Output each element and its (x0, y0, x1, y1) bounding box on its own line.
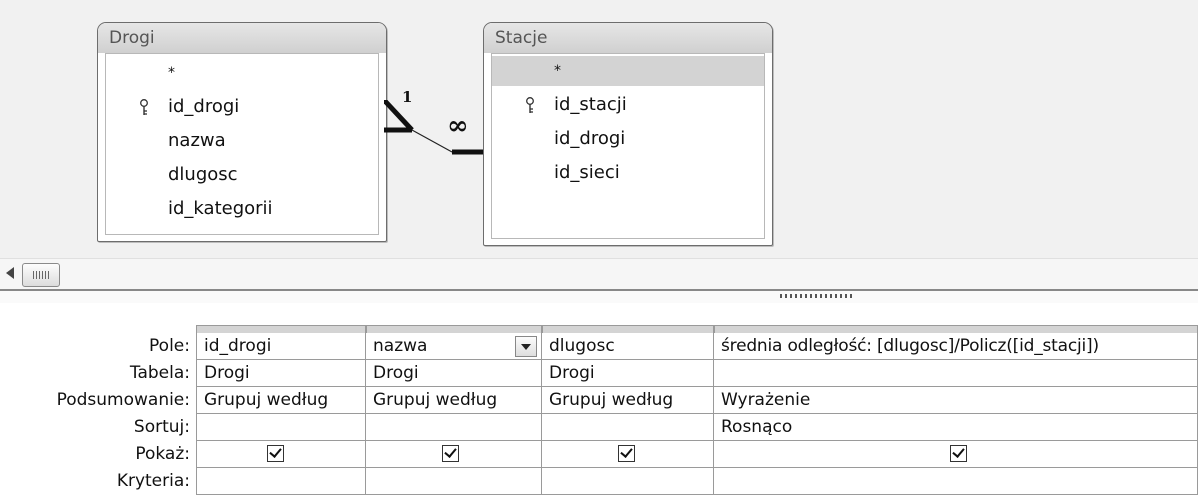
cell-show[interactable] (196, 441, 366, 468)
row-label-field: Pole: (149, 336, 190, 356)
cell-sort[interactable] (366, 414, 542, 441)
chevron-down-icon[interactable] (515, 336, 537, 357)
cell-table[interactable]: Drogi (196, 360, 366, 387)
table-stacje[interactable]: Stacje * id_stacji id_drogi id_sieci (483, 22, 773, 246)
cell-criteria[interactable] (366, 468, 542, 495)
cell-field[interactable]: średnia odległość: [dlugosc]/Policz([id_… (714, 333, 1198, 360)
table-stacje-title[interactable]: Stacje (484, 23, 772, 53)
cell-table[interactable] (714, 360, 1198, 387)
grip-icon (33, 271, 49, 279)
cell-criteria[interactable] (714, 468, 1198, 495)
table-drogi-title[interactable]: Drogi (98, 23, 386, 53)
key-icon (526, 97, 534, 113)
field-label: nazwa (168, 130, 226, 151)
row-label-show: Pokaż: (135, 444, 190, 464)
arrow-left-icon[interactable] (6, 267, 14, 279)
table-stacje-field-list[interactable]: * id_stacji id_drogi id_sieci (491, 53, 765, 239)
cell-show[interactable] (542, 441, 714, 468)
field-label: id_kategorii (168, 198, 273, 219)
key-icon (140, 99, 148, 115)
field-label: id_drogi (168, 96, 240, 117)
show-checkbox[interactable] (950, 445, 967, 462)
field-stacje-id_drogi[interactable]: id_drogi (492, 124, 764, 154)
scrollbar-thumb[interactable] (22, 263, 60, 287)
show-checkbox[interactable] (618, 445, 635, 462)
cell-table[interactable]: Drogi (366, 360, 542, 387)
cell-total[interactable]: Wyrażenie (714, 387, 1198, 414)
field-label: * (168, 65, 175, 81)
cell-criteria[interactable] (542, 468, 714, 495)
diagram-horizontal-scrollbar[interactable] (0, 258, 1198, 289)
cell-show[interactable] (366, 441, 542, 468)
cell-sort[interactable]: Rosnąco (714, 414, 1198, 441)
cell-sort[interactable] (542, 414, 714, 441)
table-drogi-field-list[interactable]: * id_drogi nazwa dlugosc id_kategorii (105, 53, 379, 235)
field-stacje-id_sieci[interactable]: id_sieci (492, 158, 764, 188)
cell-sort[interactable] (196, 414, 366, 441)
field-drogi-nazwa[interactable]: nazwa (106, 126, 378, 156)
field-label: id_drogi (554, 128, 626, 149)
relationship-many-label: ∞ (447, 111, 469, 141)
cell-criteria[interactable] (196, 468, 366, 495)
field-label: id_sieci (554, 162, 620, 183)
query-design-grid[interactable]: Pole: Tabela: Podsumowanie: Sortuj: Poka… (0, 303, 1198, 495)
cell-field-value: nazwa (373, 336, 428, 356)
relationship-line[interactable] (384, 100, 486, 160)
relationship-one-label: 1 (402, 88, 413, 106)
row-label-table: Tabela: (129, 363, 190, 383)
field-drogi-all[interactable]: * (106, 58, 378, 88)
cell-total[interactable]: Grupuj według (196, 387, 366, 414)
show-checkbox[interactable] (267, 445, 284, 462)
table-drogi[interactable]: Drogi * id_drogi nazwa dlugosc id_katego… (97, 22, 387, 242)
field-label: id_stacji (554, 94, 627, 115)
splitter-grip-icon (780, 294, 852, 298)
show-checkbox[interactable] (442, 445, 459, 462)
field-label: dlugosc (168, 164, 238, 185)
cell-total[interactable]: Grupuj według (542, 387, 714, 414)
cell-field[interactable]: dlugosc (542, 333, 714, 360)
field-drogi-dlugosc[interactable]: dlugosc (106, 160, 378, 190)
field-label: * (554, 63, 561, 79)
field-drogi-id_drogi[interactable]: id_drogi (106, 92, 378, 122)
cell-field[interactable]: id_drogi (196, 333, 366, 360)
cell-show[interactable] (714, 441, 1198, 468)
cell-field[interactable]: nazwa (366, 333, 542, 360)
row-label-sort: Sortuj: (133, 417, 190, 437)
row-label-criteria: Kryteria: (116, 471, 190, 491)
query-diagram-pane[interactable]: Drogi * id_drogi nazwa dlugosc id_katego… (0, 0, 1198, 258)
cell-total[interactable]: Grupuj według (366, 387, 542, 414)
field-stacje-all[interactable]: * (492, 56, 764, 86)
row-label-total: Podsumowanie: (56, 390, 190, 410)
cell-table[interactable]: Drogi (542, 360, 714, 387)
field-drogi-id_kategorii[interactable]: id_kategorii (106, 194, 378, 224)
field-stacje-id_stacji[interactable]: id_stacji (492, 90, 764, 120)
